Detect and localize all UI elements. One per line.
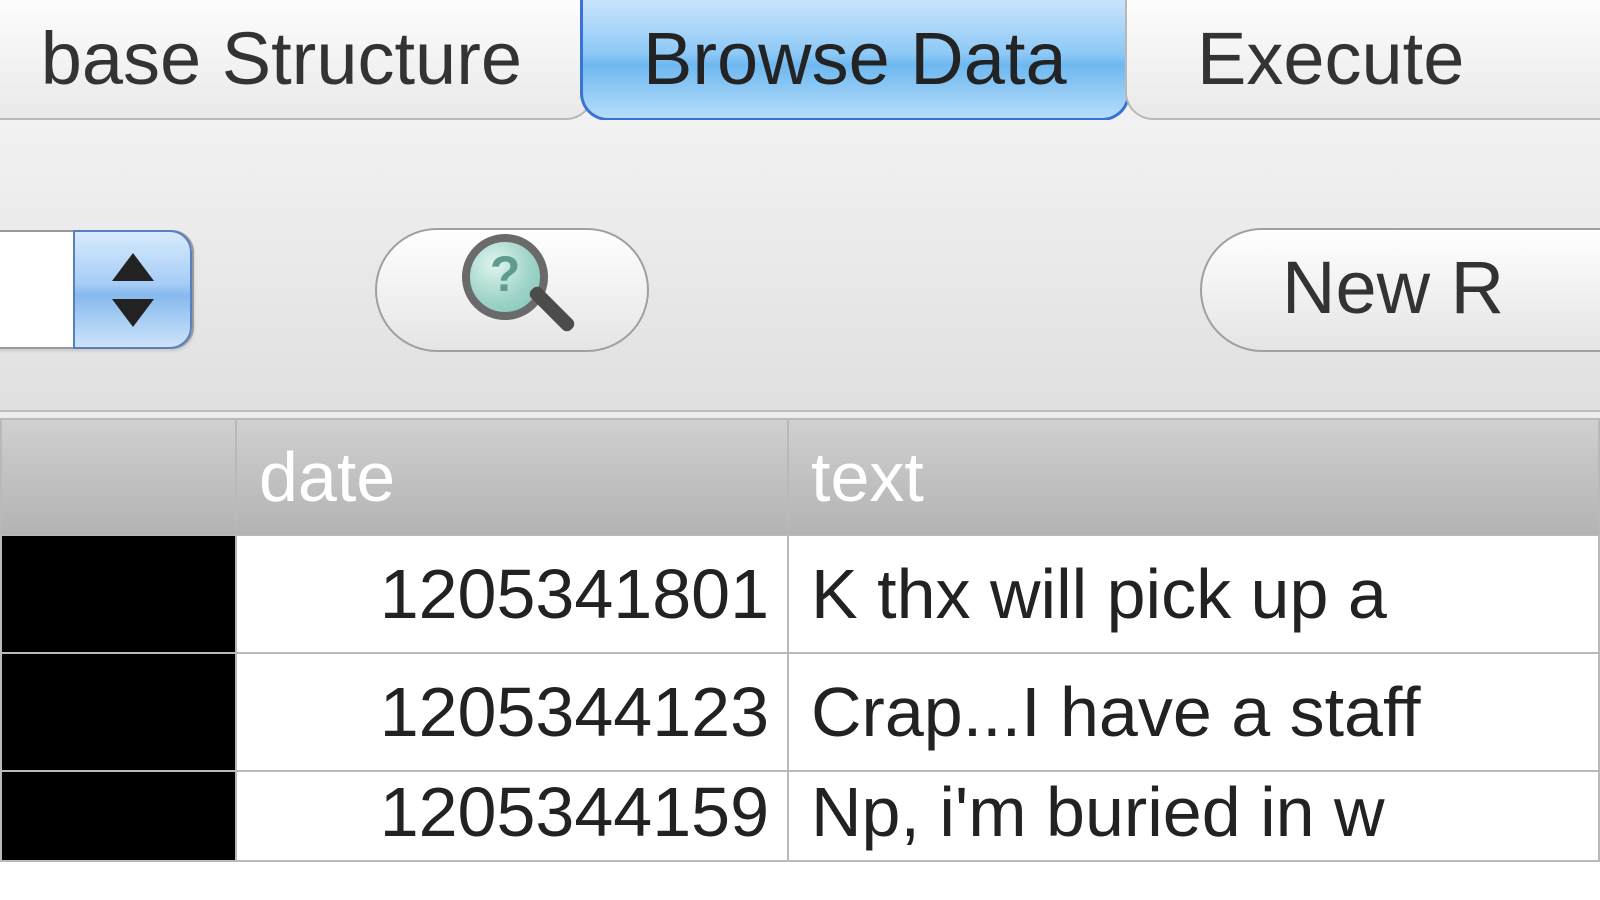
chevron-up-icon xyxy=(112,253,154,281)
magnifier-icon: ? xyxy=(462,240,562,340)
column-header-rowid[interactable] xyxy=(1,419,236,535)
cell-text[interactable]: K thx will pick up a xyxy=(788,535,1599,653)
table-select-dropdown[interactable] xyxy=(0,230,194,349)
search-button[interactable]: ? xyxy=(375,228,649,352)
tab-execute-sql[interactable]: Execute xyxy=(1125,0,1600,120)
data-table: date text 1205341801 K thx will pick up … xyxy=(0,418,1600,900)
toolbar: ? New R xyxy=(0,120,1600,412)
tab-bar: base Structure Browse Data Execute xyxy=(0,0,1600,120)
table-header-row: date text xyxy=(1,419,1599,535)
table-row[interactable]: 1205344159 Np, i'm buried in w xyxy=(1,771,1599,861)
column-header-text[interactable]: text xyxy=(788,419,1599,535)
cell-date[interactable]: 1205341801 xyxy=(236,535,788,653)
cell-rowid[interactable] xyxy=(1,653,236,771)
table-row[interactable]: 1205344123 Crap...I have a staff xyxy=(1,653,1599,771)
column-header-date[interactable]: date xyxy=(236,419,788,535)
cell-date[interactable]: 1205344123 xyxy=(236,653,788,771)
table-row[interactable]: 1205341801 K thx will pick up a xyxy=(1,535,1599,653)
chevron-down-icon xyxy=(112,299,154,327)
dropdown-stepper-icon[interactable] xyxy=(73,230,192,349)
cell-date[interactable]: 1205344159 xyxy=(236,771,788,861)
cell-rowid[interactable] xyxy=(1,771,236,861)
cell-rowid[interactable] xyxy=(1,535,236,653)
tab-browse-data[interactable]: Browse Data xyxy=(580,0,1130,121)
new-record-button[interactable]: New R xyxy=(1200,228,1600,352)
cell-text[interactable]: Np, i'm buried in w xyxy=(788,771,1599,861)
tab-database-structure[interactable]: base Structure xyxy=(0,0,594,120)
cell-text[interactable]: Crap...I have a staff xyxy=(788,653,1599,771)
app-window: base Structure Browse Data Execute ? New… xyxy=(0,0,1600,900)
